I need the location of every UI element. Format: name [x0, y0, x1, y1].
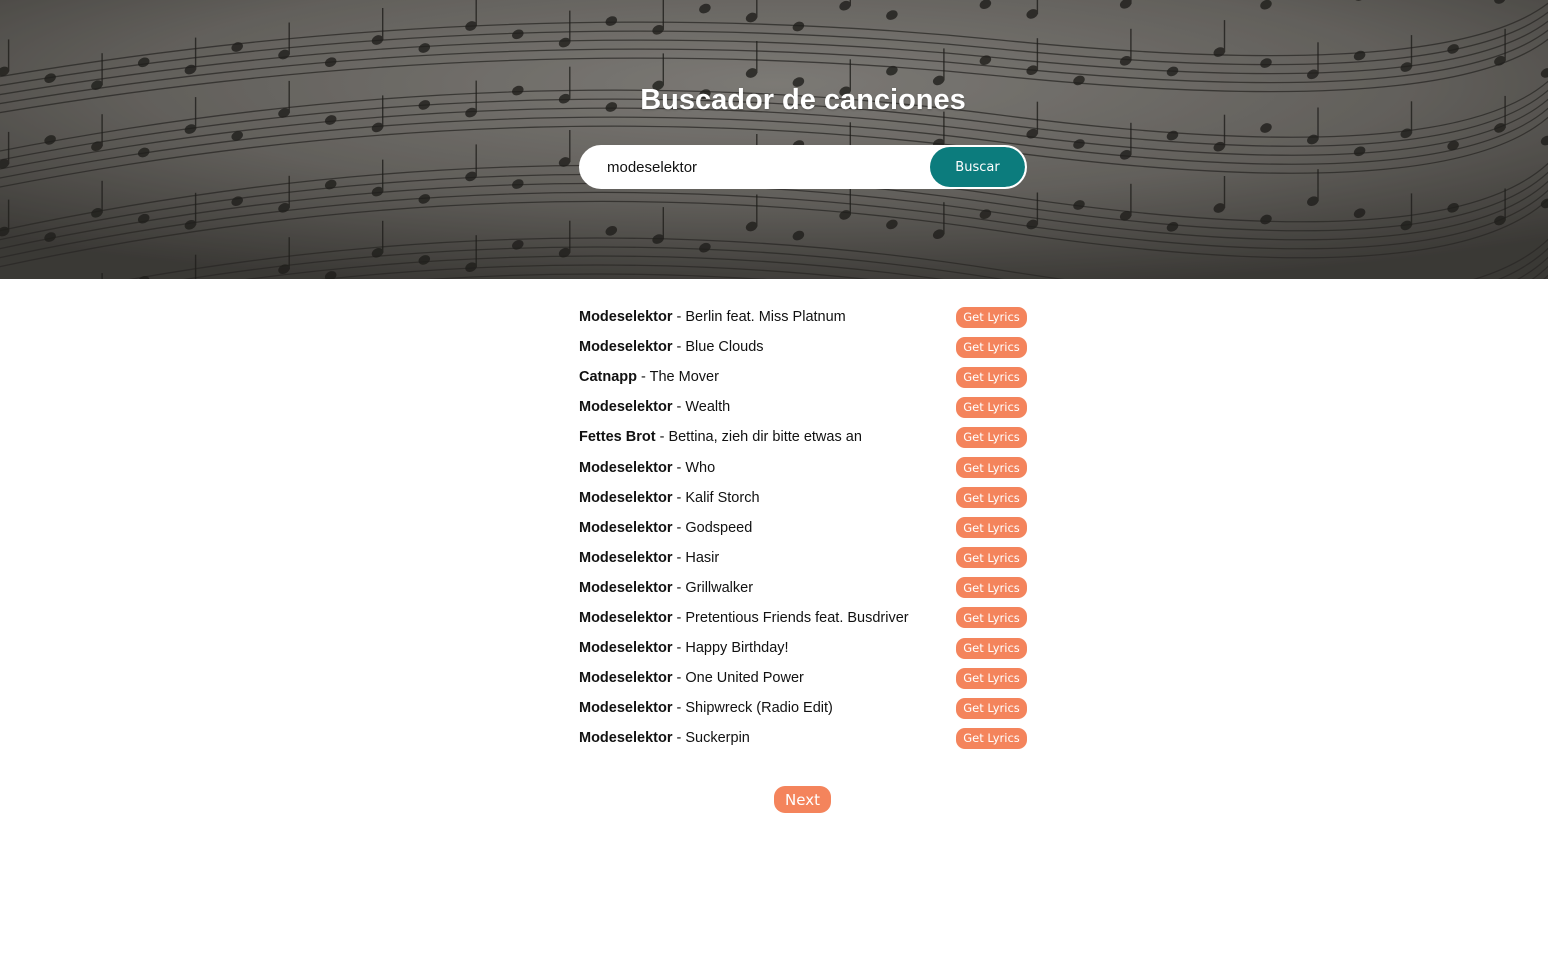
artist-name: Modeselektor — [579, 459, 673, 476]
get-lyrics-button[interactable]: Get Lyrics — [956, 366, 1027, 388]
page-title: Buscador de canciones — [640, 84, 966, 116]
song-name: Suckerpin — [685, 730, 750, 747]
song-title-text: Modeselektor - Who — [579, 460, 715, 476]
separator: - — [672, 309, 686, 326]
song-title-text: Modeselektor - Pretentious Friends feat.… — [579, 610, 909, 626]
song-title-text: Modeselektor - Wealth — [579, 399, 730, 415]
artist-name: Modeselektor — [579, 549, 673, 566]
get-lyrics-button[interactable]: Get Lyrics — [956, 517, 1027, 539]
song-name: Grillwalker — [685, 579, 754, 596]
list-item: Modeselektor - One United Power Get Lyric… — [579, 663, 1027, 693]
artist-name: Modeselektor — [579, 670, 673, 687]
results-list: Modeselektor - Berlin feat. Miss Platnum… — [579, 302, 1027, 753]
separator: - — [672, 730, 686, 747]
separator: - — [637, 369, 650, 386]
song-title-text: Modeselektor - Suckerpin — [579, 730, 750, 746]
get-lyrics-button[interactable]: Get Lyrics — [956, 426, 1027, 448]
separator: - — [672, 489, 686, 506]
song-name: Godspeed — [685, 519, 753, 536]
artist-name: Fettes Brot — [579, 429, 656, 446]
song-title-text: Modeselektor - One United Power — [579, 670, 804, 686]
artist-name: Modeselektor — [579, 519, 673, 536]
get-lyrics-button[interactable]: Get Lyrics — [956, 306, 1027, 328]
separator: - — [672, 670, 686, 687]
separator: - — [672, 519, 686, 536]
song-name: Happy Birthday! — [685, 640, 789, 657]
song-title-text: Modeselektor - Kalif Storch — [579, 490, 760, 506]
list-item: Modeselektor - Hasir Get Lyrics — [579, 543, 1027, 573]
get-lyrics-button[interactable]: Get Lyrics — [956, 487, 1027, 509]
search-form: Buscar — [579, 145, 1027, 189]
list-item: Catnapp - The Mover Get Lyrics — [579, 362, 1027, 392]
separator: - — [672, 339, 686, 356]
list-item: Modeselektor - Happy Birthday! Get Lyrics — [579, 633, 1027, 663]
song-name: Bettina, zieh dir bitte etwas an — [668, 429, 862, 446]
separator: - — [672, 640, 686, 657]
artist-name: Modeselektor — [579, 579, 673, 596]
song-name: Shipwreck (Radio Edit) — [685, 700, 833, 717]
song-title-text: Modeselektor - Blue Clouds — [579, 339, 764, 355]
separator: - — [672, 609, 686, 626]
song-name: Who — [685, 459, 716, 476]
separator: - — [672, 579, 686, 596]
get-lyrics-button[interactable]: Get Lyrics — [956, 577, 1027, 599]
song-name: Blue Clouds — [685, 339, 764, 356]
song-name: Hasir — [685, 549, 720, 566]
get-lyrics-button[interactable]: Get Lyrics — [956, 727, 1027, 749]
get-lyrics-button[interactable]: Get Lyrics — [956, 547, 1027, 569]
list-item: Modeselektor - Wealth Get Lyrics — [579, 392, 1027, 422]
list-item: Modeselektor - Godspeed Get Lyrics — [579, 513, 1027, 543]
get-lyrics-button[interactable]: Get Lyrics — [956, 457, 1027, 479]
song-name: One United Power — [685, 670, 804, 687]
hero-banner: Buscador de canciones Buscar — [0, 0, 1548, 279]
song-name: Kalif Storch — [685, 489, 760, 506]
separator: - — [655, 429, 669, 446]
list-item: Modeselektor - Suckerpin Get Lyrics — [579, 723, 1027, 753]
list-item: Modeselektor - Grillwalker Get Lyrics — [579, 573, 1027, 603]
song-title-text: Modeselektor - Shipwreck (Radio Edit) — [579, 700, 833, 716]
song-title-text: Modeselektor - Grillwalker — [579, 580, 753, 596]
song-title-text: Modeselektor - Berlin feat. Miss Platnum — [579, 309, 846, 325]
separator: - — [672, 549, 686, 566]
list-item: Modeselektor - Kalif Storch Get Lyrics — [579, 483, 1027, 513]
get-lyrics-button[interactable]: Get Lyrics — [956, 396, 1027, 418]
song-name: Wealth — [685, 399, 731, 416]
list-item: Fettes Brot - Bettina, zieh dir bitte et… — [579, 422, 1027, 452]
search-input[interactable] — [581, 147, 931, 187]
song-name: The Mover — [649, 369, 719, 386]
song-title-text: Fettes Brot - Bettina, zieh dir bitte et… — [579, 429, 862, 445]
next-page-button[interactable]: Next — [774, 786, 831, 813]
song-title-text: Modeselektor - Happy Birthday! — [579, 640, 789, 656]
song-name: Pretentious Friends feat. Busdriver — [685, 609, 909, 626]
artist-name: Modeselektor — [579, 700, 673, 717]
get-lyrics-button[interactable]: Get Lyrics — [956, 637, 1027, 659]
artist-name: Modeselektor — [579, 309, 673, 326]
get-lyrics-button[interactable]: Get Lyrics — [956, 607, 1027, 629]
artist-name: Modeselektor — [579, 609, 673, 626]
separator: - — [672, 399, 686, 416]
song-title-text: Modeselektor - Hasir — [579, 550, 719, 566]
list-item: Modeselektor - Shipwreck (Radio Edit) Get… — [579, 693, 1027, 723]
artist-name: Modeselektor — [579, 399, 673, 416]
list-item: Modeselektor - Blue Clouds Get Lyrics — [579, 332, 1027, 362]
list-item: Modeselektor - Pretentious Friends feat.… — [579, 603, 1027, 633]
get-lyrics-button[interactable]: Get Lyrics — [956, 336, 1027, 358]
list-item: Modeselektor - Berlin feat. Miss Platnum… — [579, 302, 1027, 332]
artist-name: Modeselektor — [579, 730, 673, 747]
search-button[interactable]: Buscar — [930, 147, 1025, 187]
song-title-text: Modeselektor - Godspeed — [579, 520, 752, 536]
get-lyrics-button[interactable]: Get Lyrics — [956, 697, 1027, 719]
list-item: Modeselektor - Who Get Lyrics — [579, 452, 1027, 482]
separator: - — [672, 459, 686, 476]
artist-name: Modeselektor — [579, 339, 673, 356]
song-title-text: Catnapp - The Mover — [579, 369, 719, 385]
artist-name: Modeselektor — [579, 640, 673, 657]
get-lyrics-button[interactable]: Get Lyrics — [956, 667, 1027, 689]
song-name: Berlin feat. Miss Platnum — [685, 309, 846, 326]
separator: - — [672, 700, 686, 717]
artist-name: Modeselektor — [579, 489, 673, 506]
artist-name: Catnapp — [579, 369, 637, 386]
